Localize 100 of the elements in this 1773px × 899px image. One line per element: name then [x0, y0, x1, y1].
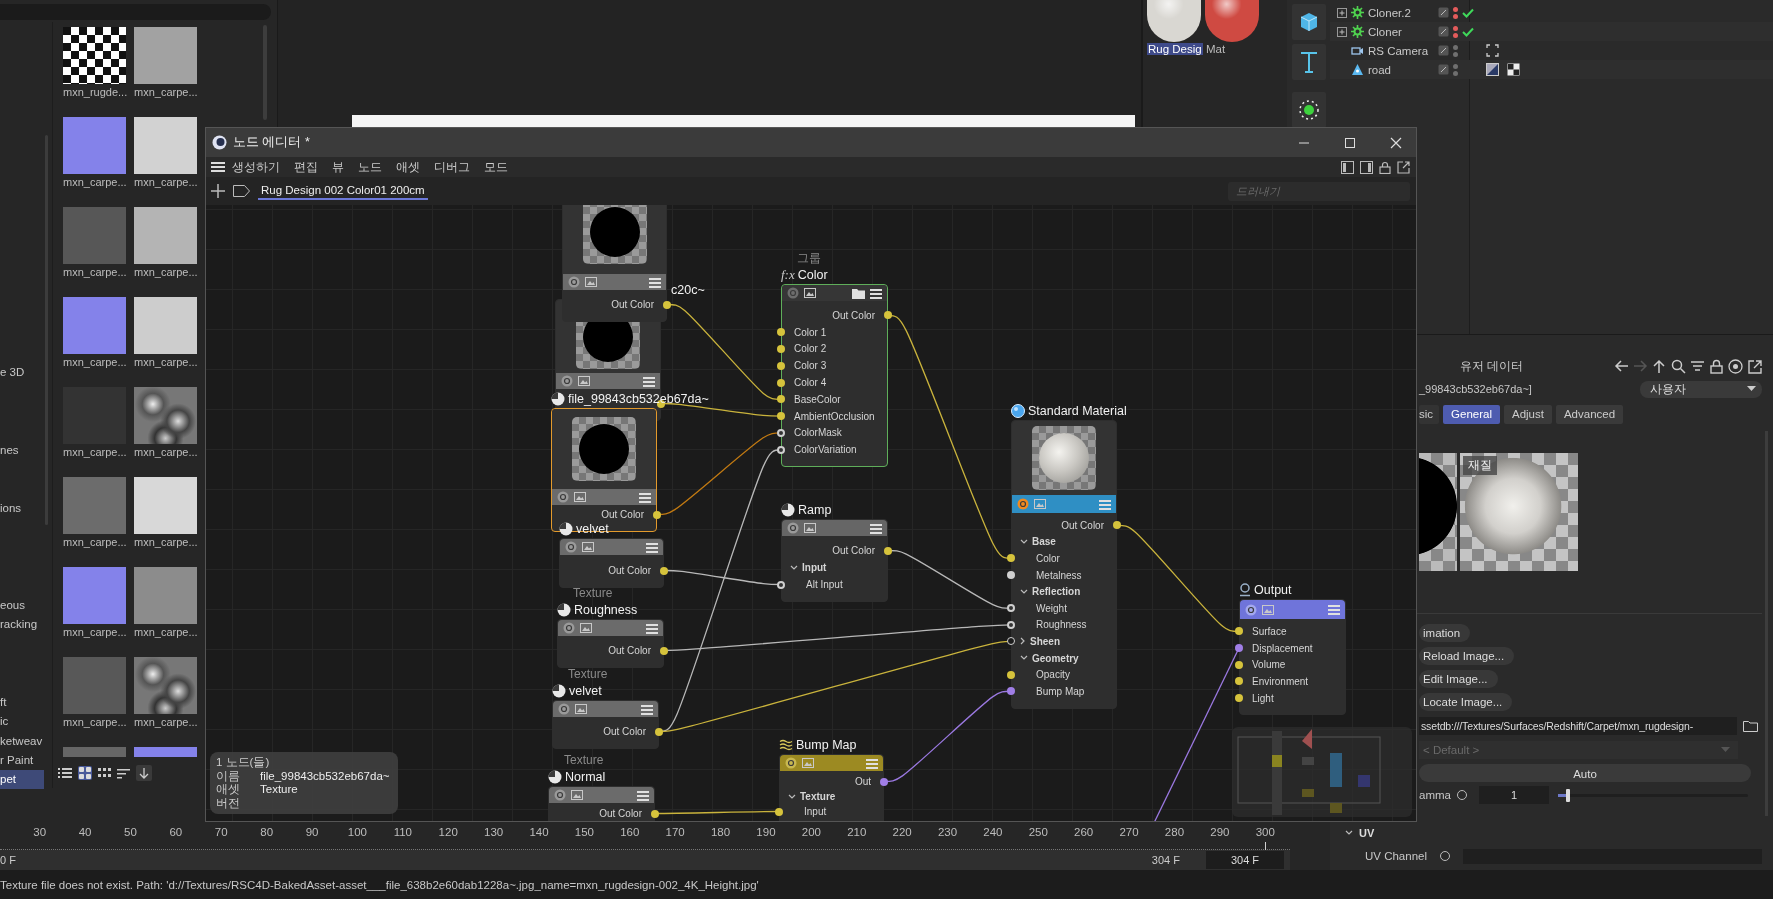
group-label[interactable]: Reflection — [1032, 586, 1081, 598]
output-port[interactable] — [653, 510, 661, 519]
input-port[interactable] — [775, 807, 783, 816]
output-port[interactable] — [660, 566, 668, 575]
visibility-dot[interactable] — [1453, 13, 1458, 19]
edit-checkbox-icon[interactable] — [1438, 45, 1449, 56]
group-label[interactable]: Sheen — [1030, 635, 1060, 647]
node-title[interactable]: Output — [1254, 583, 1292, 597]
menu-item[interactable]: 디버그 — [427, 159, 477, 175]
gamma-slider[interactable] — [1558, 788, 1748, 802]
node-title[interactable]: Normal — [565, 770, 606, 784]
material-tag-icon[interactable] — [1486, 63, 1499, 76]
plus-icon[interactable] — [211, 184, 225, 198]
edit-checkbox-icon[interactable] — [1438, 64, 1449, 75]
cube-tool[interactable] — [1291, 4, 1326, 40]
group-label[interactable]: Texture — [800, 791, 836, 802]
output-port[interactable] — [655, 727, 663, 736]
visibility-dot[interactable] — [1453, 70, 1458, 76]
menu-item[interactable]: 애셋 — [389, 159, 427, 175]
output-port[interactable] — [1113, 521, 1121, 530]
tab[interactable]: Advanced — [1555, 404, 1624, 424]
tab[interactable]: Adjust — [1504, 404, 1552, 424]
search-field[interactable]: 드러내기 — [1228, 181, 1410, 201]
graph-tab[interactable]: Rug Design 002 Color01 200cm — [258, 182, 428, 200]
visibility-dot[interactable] — [1453, 63, 1458, 69]
chevron-down-icon[interactable] — [1020, 588, 1028, 595]
category-item[interactable]: r Paint — [0, 751, 44, 770]
auto-button[interactable]: Auto — [1419, 764, 1751, 782]
visibility-dot[interactable] — [1453, 32, 1458, 38]
asset-thumbnail[interactable] — [63, 117, 126, 174]
output-port[interactable] — [884, 546, 892, 555]
file-path-field[interactable]: ssetdb:///Textures/Surfaces/Redshift/Carpet/mxn_rugdesign- — [1419, 717, 1737, 735]
chevron-down-icon[interactable] — [1345, 830, 1353, 836]
tab[interactable]: sic — [1419, 404, 1440, 424]
tab[interactable]: General — [1443, 404, 1500, 424]
asset-thumbnail[interactable] — [63, 297, 126, 354]
right-panel-icon[interactable] — [1360, 160, 1373, 174]
target-icon[interactable] — [1728, 358, 1743, 374]
menu-icon[interactable] — [870, 287, 882, 299]
asset-thumbnail[interactable] — [63, 27, 126, 84]
category-item[interactable]: nes — [0, 440, 44, 460]
menu-item[interactable]: 생성하기 — [225, 159, 287, 175]
asset-thumbnail[interactable] — [134, 117, 197, 174]
checker-tag-icon[interactable] — [1507, 63, 1520, 76]
output-port[interactable] — [884, 311, 892, 320]
visibility-dot[interactable] — [1453, 6, 1458, 12]
dots-grid-icon[interactable] — [98, 767, 111, 779]
output-port[interactable] — [663, 300, 671, 309]
up-arrow-icon[interactable] — [1652, 358, 1667, 374]
asset-thumbnail[interactable] — [63, 207, 126, 264]
back-arrow-icon[interactable] — [1614, 358, 1629, 374]
menu-icon[interactable] — [211, 161, 225, 173]
asset-thumbnail[interactable] — [134, 657, 197, 714]
object-name[interactable]: Cloner.2 — [1368, 6, 1434, 19]
asset-thumbnail[interactable] — [63, 477, 126, 534]
asset-thumbnail[interactable] — [63, 567, 126, 624]
slider-thumb[interactable] — [1565, 788, 1570, 802]
group-label[interactable]: Input — [802, 562, 827, 573]
asset-thumbnail[interactable] — [134, 27, 197, 84]
chevron-right-icon[interactable] — [1020, 637, 1026, 646]
category-item[interactable]: racking — [0, 615, 44, 635]
category-item[interactable]: pet — [0, 770, 44, 790]
text-tool[interactable] — [1291, 44, 1326, 80]
expand-plus-icon[interactable] — [1337, 26, 1347, 37]
left-panel-icon[interactable] — [1341, 160, 1354, 174]
input-port[interactable] — [777, 580, 785, 589]
check-icon[interactable] — [1462, 7, 1474, 18]
visibility-dot[interactable] — [1453, 44, 1458, 50]
end-frame-field[interactable]: 304 F — [1206, 851, 1284, 869]
grid-view-icon[interactable] — [78, 766, 92, 780]
gamma-field[interactable]: 1 — [1479, 786, 1549, 804]
folder-icon[interactable] — [852, 287, 865, 299]
tag-icon[interactable] — [233, 185, 250, 197]
popout-icon[interactable] — [1397, 160, 1410, 174]
object-name[interactable]: Cloner — [1368, 25, 1434, 38]
material-name[interactable]: Rug Desig — [1147, 43, 1203, 55]
asset-thumbnail[interactable] — [134, 207, 197, 264]
node-title[interactable]: Bump Map — [796, 738, 857, 752]
expand-plus-icon[interactable] — [1337, 7, 1347, 18]
material-name[interactable]: Mat — [1205, 43, 1227, 55]
group-label[interactable]: Geometry — [1032, 652, 1079, 664]
category-item[interactable]: ft — [0, 692, 44, 712]
output-port[interactable] — [657, 399, 665, 408]
node-title[interactable]: c20c~ — [671, 283, 705, 297]
asset-thumbnail[interactable] — [63, 657, 126, 714]
edit-checkbox-icon[interactable] — [1438, 26, 1449, 37]
menu-item[interactable]: 편집 — [287, 159, 325, 175]
list-view-icon[interactable] — [58, 767, 72, 779]
category-item[interactable]: eous — [0, 595, 44, 615]
asset-thumbnail[interactable] — [134, 297, 197, 354]
object-name[interactable]: road — [1368, 63, 1434, 76]
search-icon[interactable] — [1671, 358, 1686, 374]
menu-item[interactable]: 모드 — [477, 159, 515, 175]
visibility-dot[interactable] — [1453, 51, 1458, 57]
asset-thumbnail[interactable] — [134, 387, 197, 444]
node-title[interactable]: file_99843cb532eb67da~ — [568, 392, 709, 406]
group-label[interactable]: Base — [1032, 536, 1056, 548]
action-button[interactable]: Locate Image... — [1419, 693, 1513, 711]
action-button[interactable]: Edit Image... — [1419, 670, 1498, 688]
action-button[interactable]: imation — [1419, 624, 1471, 642]
